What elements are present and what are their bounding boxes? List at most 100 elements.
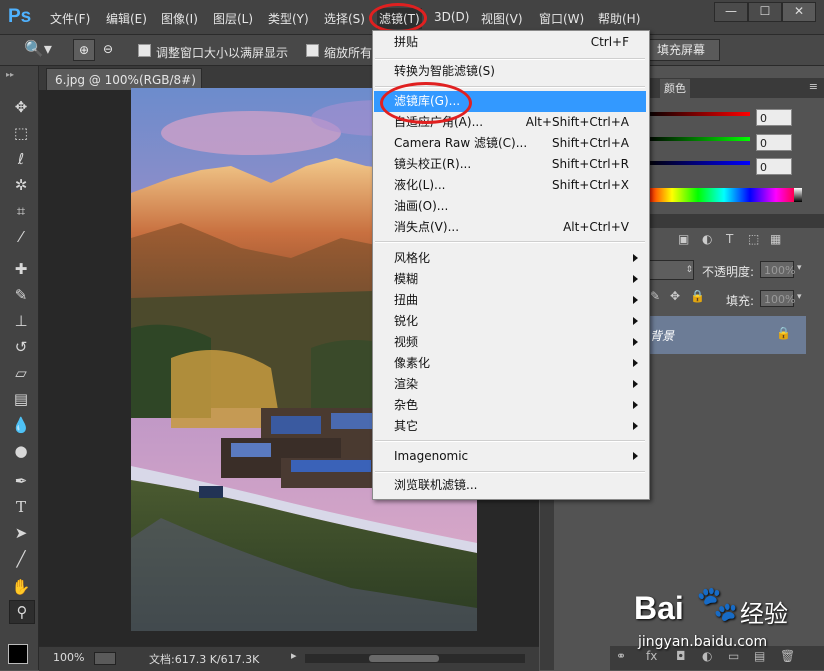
lock-position-icon[interactable]: ✥ <box>670 289 680 303</box>
history-brush-tool-icon[interactable]: ↺ <box>9 336 33 358</box>
baidu-paw-icon: 🐾 <box>696 584 739 624</box>
zoom-in-icon[interactable]: ⊕ <box>73 39 95 61</box>
eraser-tool-icon[interactable]: ▱ <box>9 362 33 384</box>
menu-item-liquify[interactable]: 液化(L)... Shift+Ctrl+X <box>374 175 646 196</box>
foreground-color-swatch[interactable] <box>8 644 28 664</box>
gradient-tool-icon[interactable]: ▤ <box>9 388 33 410</box>
red-value-input[interactable]: 0 <box>756 109 792 126</box>
menu-view[interactable]: 视图(V) <box>481 10 523 27</box>
pen-tool-icon[interactable]: ✒ <box>9 470 33 492</box>
lock-pixels-icon[interactable]: ✎ <box>650 289 660 303</box>
zoom-out-icon[interactable]: ⊖ <box>98 39 118 59</box>
menu-item-vanishing-point[interactable]: 消失点(V)... Alt+Ctrl+V <box>374 217 646 238</box>
brush-tool-icon[interactable]: ✎ <box>9 284 33 306</box>
opacity-arrow-icon[interactable]: ▾ <box>797 263 802 273</box>
path-selection-tool-icon[interactable]: ➤ <box>9 522 33 544</box>
menu-item-video[interactable]: 视频 <box>374 332 646 353</box>
menu-item-distort[interactable]: 扭曲 <box>374 290 646 311</box>
zoom-all-checkbox[interactable] <box>306 44 319 57</box>
menu-item-noise[interactable]: 杂色 <box>374 395 646 416</box>
fill-screen-button[interactable]: 填充屏幕 <box>642 39 720 61</box>
close-button[interactable]: ✕ <box>782 2 816 22</box>
menu-item-sharpen[interactable]: 锐化 <box>374 311 646 332</box>
document-tab[interactable]: 6.jpg @ 100%(RGB/8#) <box>46 68 202 90</box>
menu-item-browse-online-filters[interactable]: 浏览联机滤镜... <box>374 475 646 496</box>
toolbox-collapse-icon[interactable]: ▸▸ <box>6 70 32 79</box>
panel-menu-icon[interactable]: ≡ <box>809 80 818 93</box>
menu-window[interactable]: 窗口(W) <box>539 10 584 27</box>
menu-item-stylize[interactable]: 风格化 <box>374 248 646 269</box>
menu-item-convert-smart-filter[interactable]: 转换为智能滤镜(S) <box>374 61 646 82</box>
menu-file[interactable]: 文件(F) <box>50 10 90 27</box>
filter-shape-icon[interactable]: ⬚ <box>748 232 759 246</box>
menu-item-imagenomic[interactable]: Imagenomic <box>374 446 646 467</box>
menu-item-camera-raw[interactable]: Camera Raw 滤镜(C)... Shift+Ctrl+A <box>374 133 646 154</box>
fill-arrow-icon[interactable]: ▾ <box>797 292 802 302</box>
blue-value-input[interactable]: 0 <box>756 158 792 175</box>
menu-item-blur[interactable]: 模糊 <box>374 269 646 290</box>
color-spectrum-bw[interactable] <box>794 188 802 202</box>
move-tool-icon[interactable]: ✥ <box>9 96 33 118</box>
menu-select[interactable]: 选择(S) <box>324 10 365 27</box>
scrollbar-thumb[interactable] <box>369 655 439 662</box>
submenu-arrow-icon <box>633 359 638 367</box>
submenu-arrow-icon <box>633 380 638 388</box>
marquee-tool-icon[interactable]: ⬚ <box>9 122 33 144</box>
menu-item-oil-paint[interactable]: 油画(O)... <box>374 196 646 217</box>
status-preview-icon[interactable] <box>94 652 116 665</box>
opacity-input[interactable]: 100% <box>760 261 795 278</box>
menu-item-lens-correction[interactable]: 镜头校正(R)... Shift+Ctrl+R <box>374 154 646 175</box>
lasso-tool-icon[interactable]: ℓ <box>9 148 33 170</box>
filter-pixel-icon[interactable]: ▣ <box>678 232 689 246</box>
fill-input[interactable]: 100% <box>760 290 795 307</box>
maximize-button[interactable]: ☐ <box>748 2 782 22</box>
fill-label: 填充: <box>726 294 755 308</box>
green-slider[interactable] <box>646 137 750 141</box>
blur-tool-icon[interactable]: 💧 <box>9 414 33 436</box>
crop-tool-icon[interactable]: ⌗ <box>9 200 33 222</box>
hand-tool-icon[interactable]: ✋ <box>9 576 33 598</box>
lock-all-icon[interactable]: 🔒 <box>690 289 705 303</box>
watermark-url: jingyan.baidu.com <box>638 634 768 650</box>
resize-window-label: 调整窗口大小以满屏显示 <box>156 46 289 60</box>
type-tool-icon[interactable]: T <box>9 496 33 518</box>
zoom-level[interactable]: 100% <box>53 651 84 664</box>
menu-layer[interactable]: 图层(L) <box>213 10 253 27</box>
document-tab-label: 6.jpg @ 100%(RGB/8#) <box>55 73 196 87</box>
blend-mode-select[interactable]: ⇕ <box>648 260 694 280</box>
blue-slider[interactable] <box>646 161 750 165</box>
layer-row-background[interactable]: 背景 🔒 <box>648 316 806 354</box>
zoom-tool-icon[interactable]: 🔍▾ <box>24 39 54 59</box>
resize-window-checkbox[interactable] <box>138 44 151 57</box>
link-layers-icon[interactable]: ⚭ <box>616 649 626 663</box>
eyedropper-tool-icon[interactable]: ⁄ <box>9 226 33 248</box>
layer-filter-icons[interactable]: ▣ ◐ T ⬚ ▦ <box>648 232 824 254</box>
menu-type[interactable]: 类型(Y) <box>268 10 309 27</box>
healing-brush-tool-icon[interactable]: ✚ <box>9 258 33 280</box>
status-menu-arrow-icon[interactable]: ▸ <box>291 649 297 662</box>
magic-wand-tool-icon[interactable]: ✲ <box>9 174 33 196</box>
submenu-arrow-icon <box>633 422 638 430</box>
dodge-tool-icon[interactable]: ● <box>9 440 33 462</box>
green-value-input[interactable]: 0 <box>756 134 792 151</box>
filter-adjustment-icon[interactable]: ◐ <box>702 232 712 246</box>
minimize-button[interactable]: — <box>714 2 748 22</box>
menu-edit[interactable]: 编辑(E) <box>106 10 147 27</box>
color-tab[interactable]: 颜色 <box>660 79 690 98</box>
menu-3d[interactable]: 3D(D) <box>434 10 469 24</box>
menu-item-last-filter[interactable]: 拼贴 Ctrl+F <box>374 32 646 53</box>
filter-type-icon[interactable]: T <box>726 232 733 246</box>
color-spectrum[interactable] <box>646 188 802 202</box>
menu-item-pixelate[interactable]: 像素化 <box>374 353 646 374</box>
zoom-tool-active-icon[interactable]: ⚲ <box>9 600 35 624</box>
menu-item-render[interactable]: 渲染 <box>374 374 646 395</box>
stamp-tool-icon[interactable]: ⊥ <box>9 310 33 332</box>
layer-name: 背景 <box>650 329 675 343</box>
menu-help[interactable]: 帮助(H) <box>598 10 640 27</box>
menu-item-other[interactable]: 其它 <box>374 416 646 437</box>
filter-smart-object-icon[interactable]: ▦ <box>770 232 781 246</box>
line-tool-icon[interactable]: ╱ <box>9 548 33 570</box>
baidu-jingyan-watermark: Bai 🐾 经验 jingyan.baidu.com <box>632 580 822 668</box>
red-slider[interactable] <box>646 112 750 116</box>
menu-image[interactable]: 图像(I) <box>161 10 198 27</box>
